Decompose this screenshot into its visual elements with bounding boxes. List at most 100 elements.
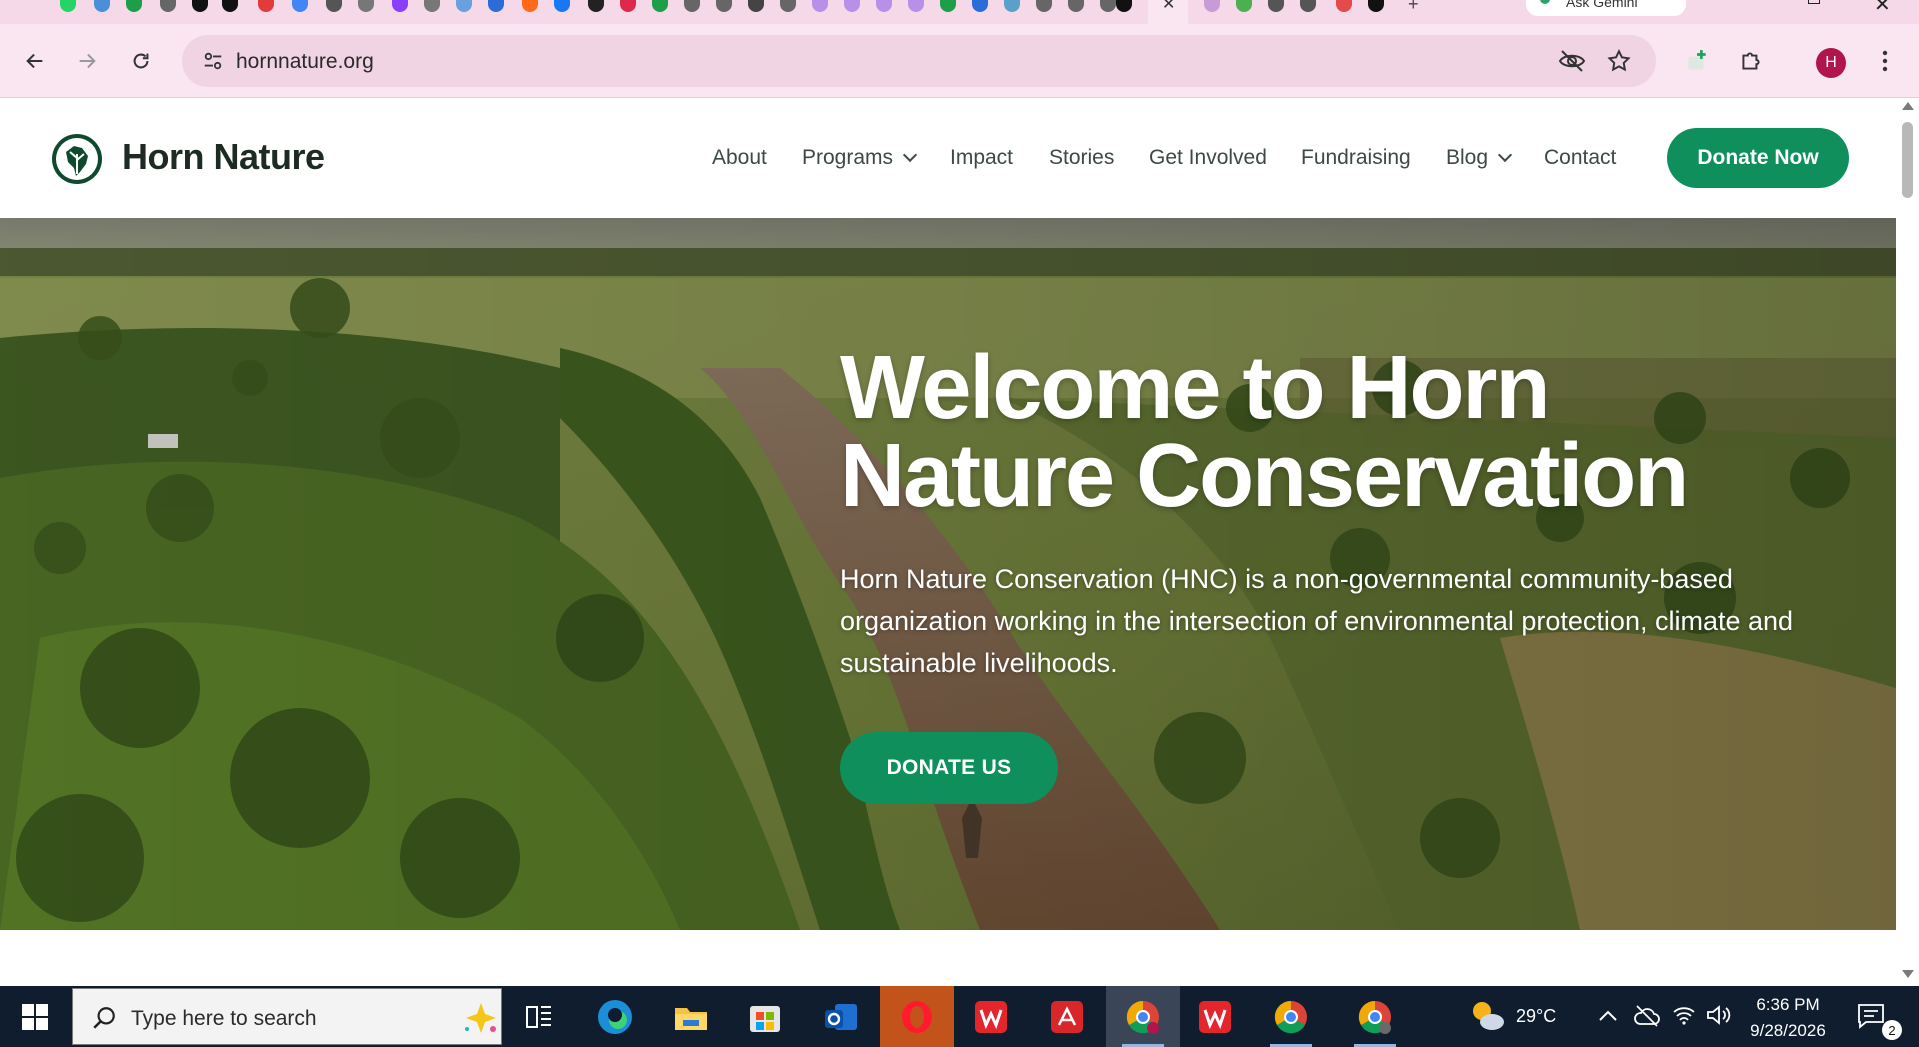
- nav-programs[interactable]: Programs: [802, 146, 918, 170]
- restore-window-icon[interactable]: [1808, 0, 1820, 4]
- taskbar-app-acrobat[interactable]: [1030, 986, 1104, 1047]
- tab-icon[interactable]: [522, 0, 538, 12]
- tab-icon[interactable]: [456, 0, 472, 12]
- tab-icon[interactable]: [588, 0, 604, 12]
- taskbar-app-outlook[interactable]: [804, 986, 878, 1047]
- taskbar-app-chrome-profile-f[interactable]: [1338, 986, 1412, 1047]
- tab-icon[interactable]: [488, 0, 504, 12]
- tab-icon[interactable]: [684, 0, 700, 12]
- wifi-icon[interactable]: [1672, 1004, 1696, 1026]
- tab-icon[interactable]: [160, 0, 176, 12]
- tab-icon[interactable]: [292, 0, 308, 12]
- ask-gemini-button[interactable]: Ask Gemini: [1526, 0, 1686, 16]
- nav-blog[interactable]: Blog: [1446, 146, 1513, 170]
- nav-impact[interactable]: Impact: [950, 146, 1013, 170]
- nav-about[interactable]: About: [712, 146, 767, 170]
- tab-icon[interactable]: [1268, 0, 1284, 12]
- whatsapp-tab-icon[interactable]: [60, 0, 76, 12]
- tab-icon[interactable]: [94, 0, 110, 12]
- tab-icon[interactable]: [126, 0, 142, 12]
- tab-icon[interactable]: [1116, 0, 1132, 12]
- taskbar-app-chrome[interactable]: [1254, 986, 1328, 1047]
- taskbar-app-wps-office[interactable]: [1178, 986, 1252, 1047]
- nav-stories[interactable]: Stories: [1049, 146, 1114, 170]
- tab-icon[interactable]: [192, 0, 208, 12]
- tab-icon[interactable]: [1368, 0, 1384, 12]
- nav-fundraising[interactable]: Fundraising: [1301, 146, 1411, 170]
- tab-icon[interactable]: [1036, 0, 1052, 12]
- back-button[interactable]: [20, 46, 50, 76]
- horn-nature-logo[interactable]: [50, 132, 104, 186]
- taskbar-search-box[interactable]: Type here to search: [72, 988, 502, 1045]
- tab-icon[interactable]: [716, 0, 732, 12]
- scrollbar-thumb[interactable]: [1902, 122, 1913, 198]
- tab-icon[interactable]: [812, 0, 828, 12]
- tab-icon[interactable]: [876, 0, 892, 12]
- search-icon: [93, 1007, 115, 1029]
- tab-icon[interactable]: [780, 0, 796, 12]
- taskbar-clock[interactable]: 6:36 PM 9/28/2026: [1728, 992, 1848, 1044]
- scroll-up-icon[interactable]: [1902, 102, 1914, 110]
- forward-button[interactable]: [72, 46, 102, 76]
- donate-us-button[interactable]: DONATE US: [840, 732, 1058, 804]
- bookmark-star-icon[interactable]: [1606, 48, 1632, 74]
- url-text[interactable]: hornnature.org: [236, 50, 374, 74]
- tab-icon[interactable]: [258, 0, 274, 12]
- tab-icon[interactable]: [908, 0, 924, 12]
- extension-button[interactable]: [1682, 46, 1712, 76]
- taskbar-app-microsoft-store[interactable]: [728, 986, 802, 1047]
- profile-avatar[interactable]: H: [1816, 48, 1846, 78]
- tab-icon[interactable]: [620, 0, 636, 12]
- nav-stories-label: Stories: [1049, 146, 1115, 169]
- tab-icon[interactable]: [392, 0, 408, 12]
- weather-temperature[interactable]: 29°C: [1516, 1006, 1556, 1027]
- tab-icon[interactable]: [748, 0, 764, 12]
- tab-icon[interactable]: [1004, 0, 1020, 12]
- acrobat-icon: [1051, 1000, 1083, 1033]
- brand-name[interactable]: Horn Nature: [122, 136, 325, 178]
- taskbar-app-edge[interactable]: [578, 986, 652, 1047]
- taskbar-app-wps-writer[interactable]: [954, 986, 1028, 1047]
- cloud-off-icon[interactable]: [1634, 1004, 1660, 1028]
- taskbar-app-file-explorer[interactable]: [654, 986, 728, 1047]
- chrome-icon: [1126, 1000, 1159, 1034]
- taskbar-app-chrome-profile-h[interactable]: [1106, 986, 1180, 1047]
- eye-off-icon[interactable]: [1558, 49, 1586, 73]
- new-tab-icon[interactable]: +: [1408, 0, 1419, 15]
- scroll-down-icon[interactable]: [1902, 970, 1914, 978]
- extensions-button[interactable]: [1736, 46, 1766, 76]
- tab-icon[interactable]: [1300, 0, 1316, 12]
- nav-contact[interactable]: Contact: [1544, 146, 1616, 170]
- site-settings-icon[interactable]: [202, 50, 224, 72]
- taskbar-search-placeholder[interactable]: Type here to search: [131, 1007, 317, 1031]
- close-window-icon[interactable]: ✕: [1874, 0, 1891, 17]
- tab-icon[interactable]: [1336, 0, 1352, 12]
- task-view-button[interactable]: [502, 986, 576, 1047]
- kebab-menu-icon: [1882, 50, 1888, 72]
- tab-icon[interactable]: [358, 0, 374, 12]
- notification-center-icon[interactable]: [1856, 1002, 1886, 1030]
- reload-button[interactable]: [126, 46, 156, 76]
- browser-menu-button[interactable]: [1870, 46, 1900, 76]
- tab-icon[interactable]: [1204, 0, 1220, 12]
- tab-icon[interactable]: [1236, 0, 1252, 12]
- chevron-up-icon[interactable]: [1598, 1008, 1618, 1022]
- weather-partly-cloudy-icon[interactable]: [1468, 998, 1506, 1034]
- page-scrollbar[interactable]: [1896, 98, 1919, 986]
- close-icon[interactable]: ✕: [1162, 0, 1175, 14]
- taskbar-app-opera[interactable]: [880, 986, 954, 1047]
- tab-icon[interactable]: [940, 0, 956, 12]
- address-bar[interactable]: hornnature.org: [182, 35, 1656, 87]
- tab-icon[interactable]: [1068, 0, 1084, 12]
- tab-icon[interactable]: [424, 0, 440, 12]
- tab-icon[interactable]: [222, 0, 238, 12]
- nav-get-involved[interactable]: Get Involved: [1149, 146, 1267, 170]
- windows-start-icon[interactable]: [22, 1004, 48, 1030]
- tab-icon[interactable]: [1100, 0, 1116, 12]
- tab-icon[interactable]: [844, 0, 860, 12]
- donate-now-button[interactable]: Donate Now: [1667, 128, 1849, 188]
- tab-icon[interactable]: [652, 0, 668, 12]
- facebook-tab-icon[interactable]: [554, 0, 570, 12]
- tab-icon[interactable]: [972, 0, 988, 12]
- tab-icon[interactable]: [326, 0, 342, 12]
